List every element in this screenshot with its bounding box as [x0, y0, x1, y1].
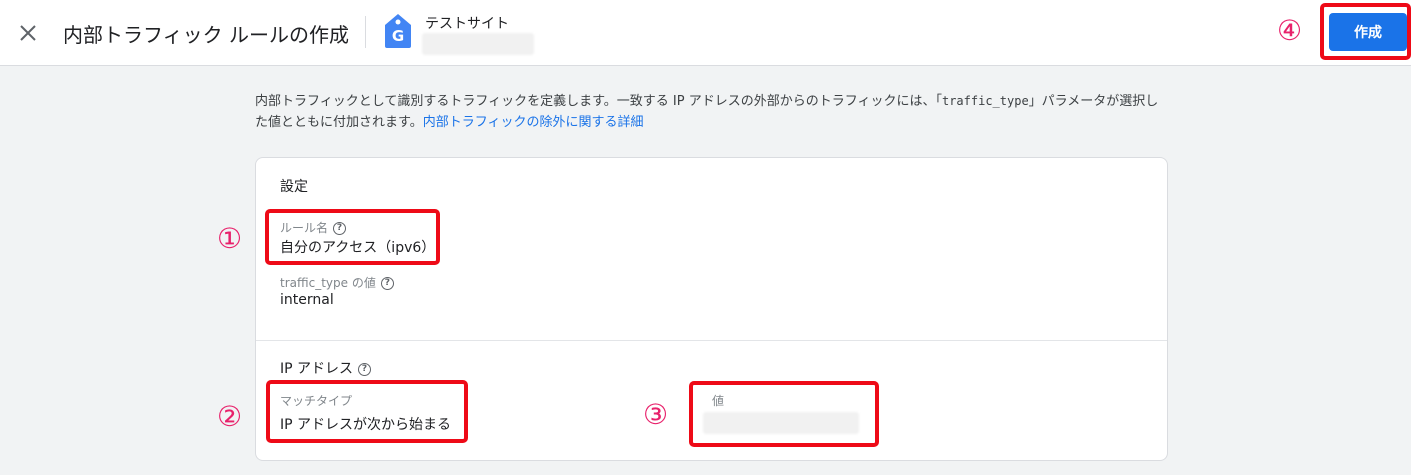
site-name: テストサイト: [425, 16, 509, 32]
card-divider: [256, 340, 1167, 341]
traffic-type-label: traffic_type の値?: [280, 274, 394, 291]
logo-letter: G: [391, 27, 405, 45]
help-circle-icon[interactable]: ?: [380, 277, 394, 290]
page-title: 内部トラフィック ルールの作成: [63, 23, 349, 47]
help-circle-icon[interactable]: ?: [358, 362, 372, 376]
settings-section-title: 設定: [280, 179, 308, 195]
annotation-box-3: [689, 381, 879, 447]
traffic-type-label-text: traffic_type の値: [280, 276, 376, 290]
annotation-marker-1: ①: [217, 222, 243, 255]
top-bar: 内部トラフィック ルールの作成 G テストサイト 作成: [0, 0, 1411, 66]
annotation-marker-4: ④: [1277, 14, 1303, 47]
annotation-marker-3: ③: [643, 398, 669, 431]
annotation-box-2: [266, 380, 468, 443]
header-divider: [365, 16, 366, 48]
annotation-box-1: [265, 209, 440, 265]
description: 内部トラフィックとして識別するトラフィックを定義します。一致する IP アドレス…: [255, 91, 1170, 133]
google-analytics-tag-icon: G: [384, 13, 412, 49]
description-text-1: 内部トラフィックとして識別するトラフィックを定義します。一致する IP アドレス…: [255, 94, 942, 109]
close-icon[interactable]: [16, 21, 40, 45]
traffic-type-value[interactable]: internal: [280, 292, 334, 308]
annotation-marker-2: ②: [217, 400, 243, 433]
learn-more-link[interactable]: 内部トラフィックの除外に関する詳細: [423, 115, 644, 130]
annotation-box-4: [1320, 3, 1411, 60]
site-subtitle-blurred: [422, 33, 534, 55]
ip-address-section-title-text: IP アドレス: [280, 361, 354, 377]
ip-address-section-title: IP アドレス?: [280, 358, 372, 378]
description-code: traffic_type: [941, 94, 1029, 108]
